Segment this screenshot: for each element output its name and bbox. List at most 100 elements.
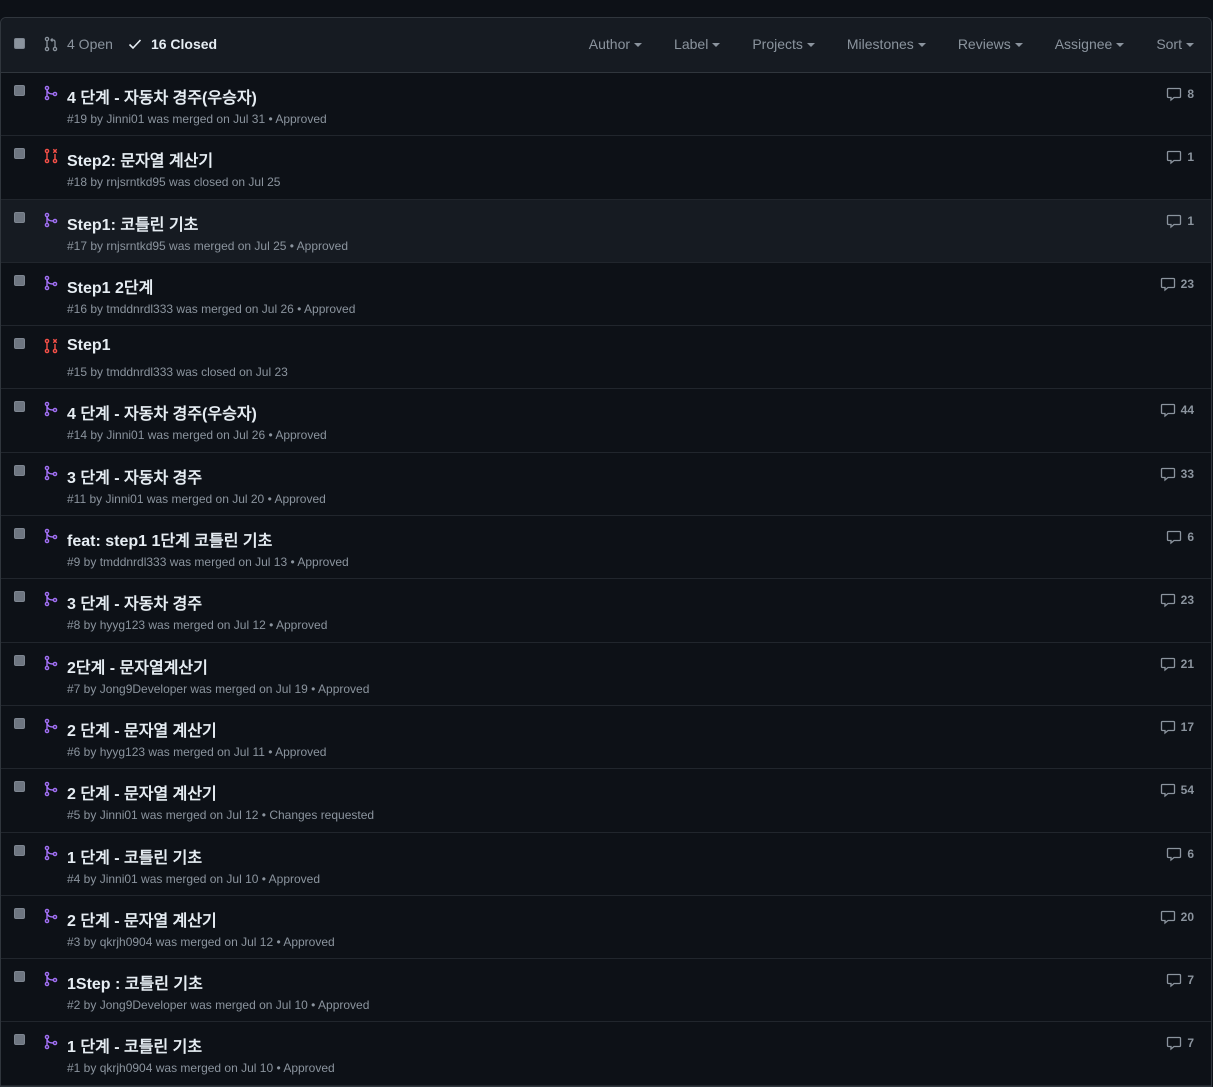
pr-title-link[interactable]: 1 단계 - 코틀린 기초 [67, 1033, 202, 1057]
pr-state-icon [43, 338, 59, 359]
filter-label: Author [588, 36, 631, 52]
filter-label: Assignee [1054, 36, 1113, 52]
comment-count-link[interactable]: 21 [1160, 656, 1194, 672]
comment-count-link[interactable]: 6 [1166, 529, 1194, 545]
pull-request-row[interactable]: 1Step : 코틀린 기초 #2 by Jong9Developer was … [1, 959, 1211, 1023]
filter-label: Sort [1156, 36, 1182, 52]
filter-label: Milestones [846, 36, 914, 52]
pr-title-link[interactable]: feat: step1 1단계 코틀린 기초 [67, 527, 272, 551]
pull-request-row[interactable]: Step1: 코틀린 기초 #17 by rnjsrntkd95 was mer… [1, 199, 1211, 263]
pr-title-link[interactable]: 1Step : 코틀린 기초 [67, 970, 203, 994]
row-checkbox[interactable] [14, 401, 25, 413]
row-checkbox[interactable] [14, 654, 25, 666]
comment-count: 7 [1187, 1036, 1194, 1051]
pull-request-row[interactable]: 2단계 - 문자열계산기 #7 by Jong9Developer was me… [1, 643, 1211, 706]
comment-count-link[interactable]: 1 [1166, 213, 1194, 229]
closed-filter-button[interactable]: 16 Closed [127, 36, 217, 52]
merged-icon [44, 971, 58, 987]
merged-icon [44, 655, 58, 670]
milestones-filter[interactable]: Milestones [847, 36, 926, 52]
pull-request-row[interactable]: 2 단계 - 문자열 계산기 #6 by hyyg123 was merged … [1, 706, 1211, 770]
assignee-filter[interactable]: Assignee [1055, 36, 1125, 52]
pull-request-row[interactable]: 1 단계 - 코틀린 기초 #4 by Jinni01 was merged o… [1, 833, 1211, 896]
pr-title-link[interactable]: 3 단계 - 자동차 경주 [67, 464, 202, 488]
pr-title-link[interactable]: Step1 2단계 [67, 274, 153, 298]
comment-count-link[interactable]: 8 [1166, 86, 1194, 102]
row-checkbox[interactable] [14, 528, 25, 540]
pr-title-link[interactable]: 2 단계 - 문자열 계산기 [67, 717, 217, 741]
merged-icon [44, 212, 58, 227]
pr-meta: #1 by qkrjh0904 was merged on Jul 10 • A… [67, 1061, 335, 1076]
row-checkbox[interactable] [14, 274, 25, 286]
comment-count-link[interactable]: 54 [1160, 782, 1194, 798]
pull-request-row[interactable]: 4 단계 - 자동차 경주(우승자) #19 by Jinni01 was me… [1, 73, 1211, 137]
row-checkbox[interactable] [14, 338, 25, 350]
pr-title-link[interactable]: 2단계 - 문자열계산기 [67, 654, 208, 678]
comment-count-link[interactable]: 44 [1160, 402, 1194, 418]
comment-count-link[interactable]: 20 [1160, 909, 1194, 925]
pr-title-link[interactable]: 3 단계 - 자동차 경주 [67, 590, 202, 614]
comment-count-link[interactable]: 23 [1160, 276, 1194, 292]
state-toggle: 4 Open 16 Closed [43, 36, 217, 52]
row-checkbox[interactable] [14, 717, 25, 729]
pr-state-icon [43, 275, 59, 296]
pr-meta: #14 by Jinni01 was merged on Jul 26 • Ap… [67, 428, 327, 443]
closed-count: 16 Closed [150, 36, 218, 52]
pr-title-link[interactable]: 2 단계 - 문자열 계산기 [67, 780, 217, 804]
filter-label: Projects [752, 36, 803, 52]
comment-count-link[interactable]: 7 [1166, 1035, 1194, 1051]
row-checkbox[interactable] [14, 591, 25, 603]
pr-meta: #8 by hyyg123 was merged on Jul 12 • App… [67, 618, 328, 633]
row-checkbox[interactable] [14, 781, 25, 793]
comment-count-link[interactable]: 7 [1166, 972, 1194, 988]
comment-count-link[interactable]: 33 [1160, 466, 1194, 482]
pr-title-link[interactable]: Step2: 문자열 계산기 [67, 147, 213, 171]
pr-title-link[interactable]: 1 단계 - 코틀린 기초 [67, 844, 202, 868]
row-checkbox[interactable] [14, 971, 25, 983]
comment-count: 54 [1180, 783, 1194, 798]
author-filter[interactable]: Author [588, 36, 643, 52]
pull-request-rows: 4 단계 - 자동차 경주(우승자) #19 by Jinni01 was me… [1, 73, 1211, 1086]
check-icon [128, 39, 142, 50]
row-checkbox[interactable] [14, 85, 25, 96]
pr-title-link[interactable]: 4 단계 - 자동차 경주(우승자) [67, 400, 257, 424]
select-all-checkbox[interactable] [14, 38, 25, 49]
pull-request-row[interactable]: Step2: 문자열 계산기 #18 by rnjsrntkd95 was cl… [1, 136, 1211, 200]
pr-title-link[interactable]: 2 단계 - 문자열 계산기 [67, 907, 217, 931]
pull-request-row[interactable]: 3 단계 - 자동차 경주 #11 by Jinni01 was merged … [1, 453, 1211, 517]
row-checkbox[interactable] [14, 844, 25, 856]
pr-title-link[interactable]: Step1: 코틀린 기초 [67, 211, 198, 235]
pull-request-row[interactable]: feat: step1 1단계 코틀린 기초 #9 by tmddnrdl333… [1, 516, 1211, 580]
row-checkbox[interactable] [14, 464, 25, 476]
pull-request-row[interactable]: 1 단계 - 코틀린 기초 #1 by qkrjh0904 was merged… [1, 1022, 1211, 1086]
row-checkbox[interactable] [14, 148, 25, 160]
sort-filter[interactable]: Sort [1156, 36, 1194, 52]
pull-request-row[interactable]: Step1 #15 by tmddnrdl333 was closed on J… [1, 326, 1211, 390]
pull-request-row[interactable]: 4 단계 - 자동차 경주(우승자) #14 by Jinni01 was me… [1, 389, 1211, 453]
comment-count-link[interactable]: 23 [1160, 592, 1194, 608]
closed-pr-icon [44, 338, 58, 354]
pr-state-icon [43, 212, 59, 233]
caret-down-icon [1116, 42, 1125, 47]
comment-count-link[interactable]: 6 [1166, 846, 1194, 862]
pr-state-icon [43, 908, 59, 929]
merged-icon [44, 845, 58, 860]
pr-title-link[interactable]: 4 단계 - 자동차 경주(우승자) [67, 84, 257, 108]
open-filter-button[interactable]: 4 Open [43, 36, 113, 52]
pr-state-icon [43, 971, 59, 992]
caret-down-icon [806, 42, 815, 47]
pull-request-row[interactable]: 2 단계 - 문자열 계산기 #3 by qkrjh0904 was merge… [1, 896, 1211, 960]
pull-request-row[interactable]: 3 단계 - 자동차 경주 #8 by hyyg123 was merged o… [1, 579, 1211, 643]
reviews-filter[interactable]: Reviews [958, 36, 1023, 52]
label-filter[interactable]: Label [674, 36, 721, 52]
comment-count-link[interactable]: 1 [1166, 149, 1194, 165]
comment-count-link[interactable]: 17 [1160, 719, 1194, 735]
pull-request-row[interactable]: 2 단계 - 문자열 계산기 #5 by Jinni01 was merged … [1, 769, 1211, 833]
row-checkbox[interactable] [14, 1034, 25, 1046]
row-checkbox[interactable] [14, 907, 25, 919]
projects-filter[interactable]: Projects [752, 36, 815, 52]
pull-request-row[interactable]: Step1 2단계 #16 by tmddnrdl333 was merged … [1, 263, 1211, 327]
row-checkbox[interactable] [14, 211, 25, 223]
pr-title-link[interactable]: Step1 [67, 337, 111, 355]
comment-icon [1160, 404, 1175, 418]
